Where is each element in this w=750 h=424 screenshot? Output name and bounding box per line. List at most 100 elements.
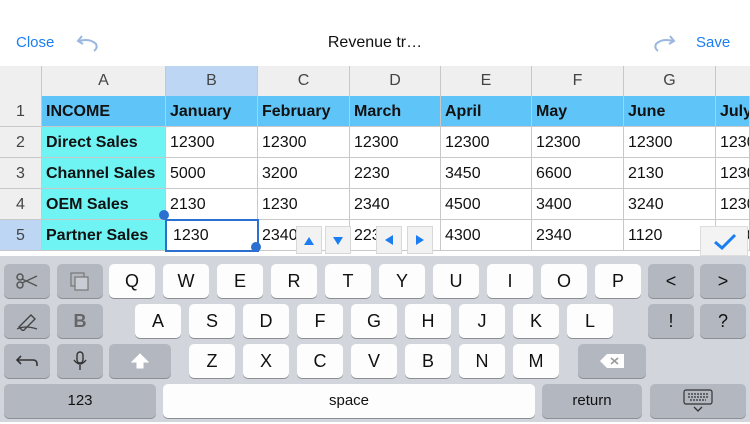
selection-handle-start[interactable]	[159, 210, 169, 220]
key-greater-than[interactable]: >	[700, 264, 746, 298]
key-d[interactable]: D	[243, 304, 289, 338]
corner-cell[interactable]	[0, 66, 42, 96]
key-q[interactable]: Q	[109, 264, 155, 298]
dismiss-keyboard-key[interactable]	[650, 384, 746, 418]
key-s[interactable]: S	[189, 304, 235, 338]
key-less-than[interactable]: <	[648, 264, 694, 298]
key-exclamation[interactable]: !	[648, 304, 694, 338]
key-k[interactable]: K	[513, 304, 559, 338]
handwriting-key[interactable]	[4, 304, 50, 338]
cell-f3[interactable]: 6600	[532, 158, 624, 189]
column-header-f[interactable]: F	[532, 66, 624, 96]
redo-icon[interactable]	[652, 32, 676, 54]
key-o[interactable]: O	[541, 264, 587, 298]
cell-b3[interactable]: 5000	[166, 158, 258, 189]
cell-e5[interactable]: 4300	[441, 220, 532, 251]
move-up-button[interactable]	[296, 226, 322, 254]
key-w[interactable]: W	[163, 264, 209, 298]
save-button[interactable]: Save	[696, 34, 730, 51]
move-left-button[interactable]	[376, 226, 402, 254]
cell-d4[interactable]: 2340	[350, 189, 441, 220]
row-header-5[interactable]: 5	[0, 220, 42, 251]
row-header-4[interactable]: 4	[0, 189, 42, 220]
cell-c2[interactable]: 12300	[258, 127, 350, 158]
move-down-button[interactable]	[325, 226, 351, 254]
cell-c1[interactable]: February	[258, 96, 350, 127]
key-f[interactable]: F	[297, 304, 343, 338]
numbers-key[interactable]: 123	[4, 384, 156, 418]
selection-handle-end[interactable]	[251, 242, 261, 252]
key-i[interactable]: I	[487, 264, 533, 298]
cell-h2[interactable]: 1230	[716, 127, 750, 158]
key-h[interactable]: H	[405, 304, 451, 338]
key-v[interactable]: V	[351, 344, 397, 378]
cell-f5[interactable]: 2340	[532, 220, 624, 251]
key-j[interactable]: J	[459, 304, 505, 338]
cell-a2[interactable]: Direct Sales	[42, 127, 166, 158]
cell-e1[interactable]: April	[441, 96, 532, 127]
key-x[interactable]: X	[243, 344, 289, 378]
key-p[interactable]: P	[595, 264, 641, 298]
cell-g1[interactable]: June	[624, 96, 716, 127]
key-r[interactable]: R	[271, 264, 317, 298]
move-right-button[interactable]	[407, 226, 433, 254]
cell-c3[interactable]: 3200	[258, 158, 350, 189]
cell-a1[interactable]: INCOME	[42, 96, 166, 127]
cell-g3[interactable]: 2130	[624, 158, 716, 189]
key-g[interactable]: G	[351, 304, 397, 338]
key-u[interactable]: U	[433, 264, 479, 298]
column-header-h[interactable]	[716, 66, 750, 96]
column-header-a[interactable]: A	[42, 66, 166, 96]
cut-key[interactable]	[4, 264, 50, 298]
key-c[interactable]: C	[297, 344, 343, 378]
row-header-2[interactable]: 2	[0, 127, 42, 158]
cell-b1[interactable]: January	[166, 96, 258, 127]
bold-key[interactable]: B	[57, 304, 103, 338]
key-t[interactable]: T	[325, 264, 371, 298]
cell-c4[interactable]: 1230	[258, 189, 350, 220]
confirm-button[interactable]	[700, 226, 748, 256]
cell-a3[interactable]: Channel Sales	[42, 158, 166, 189]
return-key[interactable]: return	[542, 384, 642, 418]
cell-f4[interactable]: 3400	[532, 189, 624, 220]
cell-a5[interactable]: Partner Sales	[42, 220, 166, 251]
column-header-g[interactable]: G	[624, 66, 716, 96]
spreadsheet-grid[interactable]: A B C D E F G 1 2 3 4 5 INCOME January F…	[0, 66, 750, 256]
key-z[interactable]: Z	[189, 344, 235, 378]
key-l[interactable]: L	[567, 304, 613, 338]
key-a[interactable]: A	[135, 304, 181, 338]
cell-e4[interactable]: 4500	[441, 189, 532, 220]
delete-key[interactable]	[578, 344, 646, 378]
key-m[interactable]: M	[513, 344, 559, 378]
cell-f2[interactable]: 12300	[532, 127, 624, 158]
cell-e2[interactable]: 12300	[441, 127, 532, 158]
shift-key[interactable]	[109, 344, 171, 378]
cell-h3[interactable]: 1230	[716, 158, 750, 189]
key-b[interactable]: B	[405, 344, 451, 378]
key-y[interactable]: Y	[379, 264, 425, 298]
cell-f1[interactable]: May	[532, 96, 624, 127]
cell-e3[interactable]: 3450	[441, 158, 532, 189]
cell-h1[interactable]: July	[716, 96, 750, 127]
active-cell-b5[interactable]: 1230	[165, 219, 259, 252]
cell-b2[interactable]: 12300	[166, 127, 258, 158]
cell-b4[interactable]: 2130	[166, 189, 258, 220]
column-header-b[interactable]: B	[166, 66, 258, 96]
row-header-1[interactable]: 1	[0, 96, 42, 127]
key-n[interactable]: N	[459, 344, 505, 378]
column-header-d[interactable]: D	[350, 66, 441, 96]
key-question[interactable]: ?	[700, 304, 746, 338]
space-key[interactable]: space	[163, 384, 535, 418]
cell-g2[interactable]: 12300	[624, 127, 716, 158]
undo-key[interactable]	[4, 344, 50, 378]
cell-g4[interactable]: 3240	[624, 189, 716, 220]
key-e[interactable]: E	[217, 264, 263, 298]
cell-d3[interactable]: 2230	[350, 158, 441, 189]
column-header-c[interactable]: C	[258, 66, 350, 96]
dictation-key[interactable]	[57, 344, 103, 378]
copy-key[interactable]	[57, 264, 103, 298]
cell-a4[interactable]: OEM Sales	[42, 189, 166, 220]
row-header-3[interactable]: 3	[0, 158, 42, 189]
cell-h4[interactable]: 1230	[716, 189, 750, 220]
cell-d1[interactable]: March	[350, 96, 441, 127]
